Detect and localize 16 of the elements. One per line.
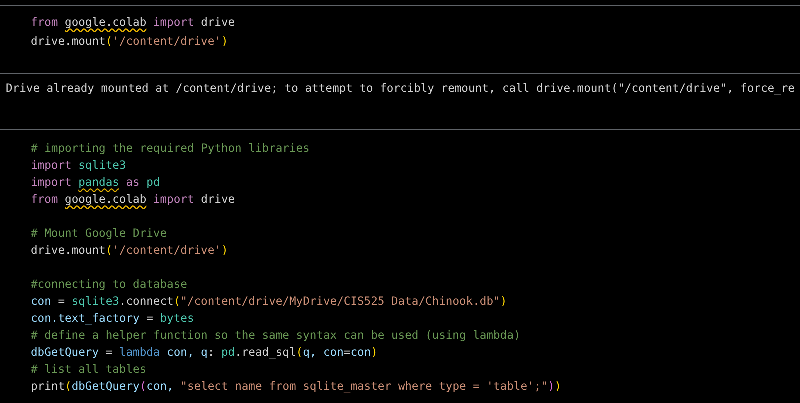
code-line: # Mount Google Drive [31, 226, 168, 242]
code-line: from google.colab import drive [31, 15, 236, 31]
code-line: con = sqlite3.connect("/content/drive/MyDrive/CIS525 Data/Chinook.db") [31, 294, 508, 310]
code-line: con.text_factory = bytes [31, 311, 194, 327]
code-line: import pandas as pd [31, 175, 160, 191]
code-line: # importing the required Python libraries [31, 141, 310, 157]
code-line: drive.mount('/content/drive') [31, 34, 228, 50]
code-line: import sqlite3 [31, 158, 126, 174]
code-line: dbGetQuery = lambda con, q: pd.read_sql(q, con=con) [31, 345, 378, 361]
code-line: # list all tables [31, 362, 147, 378]
code-line: from google.colab import drive [31, 192, 236, 208]
code-line: drive.mount('/content/drive') [31, 243, 228, 259]
output-text: Drive already mounted at /content/drive; to attempt to forcibly remount, call drive.mount("/content/drive", force_re [6, 81, 795, 97]
code-line: #connecting to database [31, 277, 188, 293]
code-line: print(dbGetQuery(con, "select name from sqlite_master where type = 'table';")) [31, 379, 562, 395]
code-line: # define a helper function so the same syntax can be used (using lambda) [31, 328, 521, 344]
